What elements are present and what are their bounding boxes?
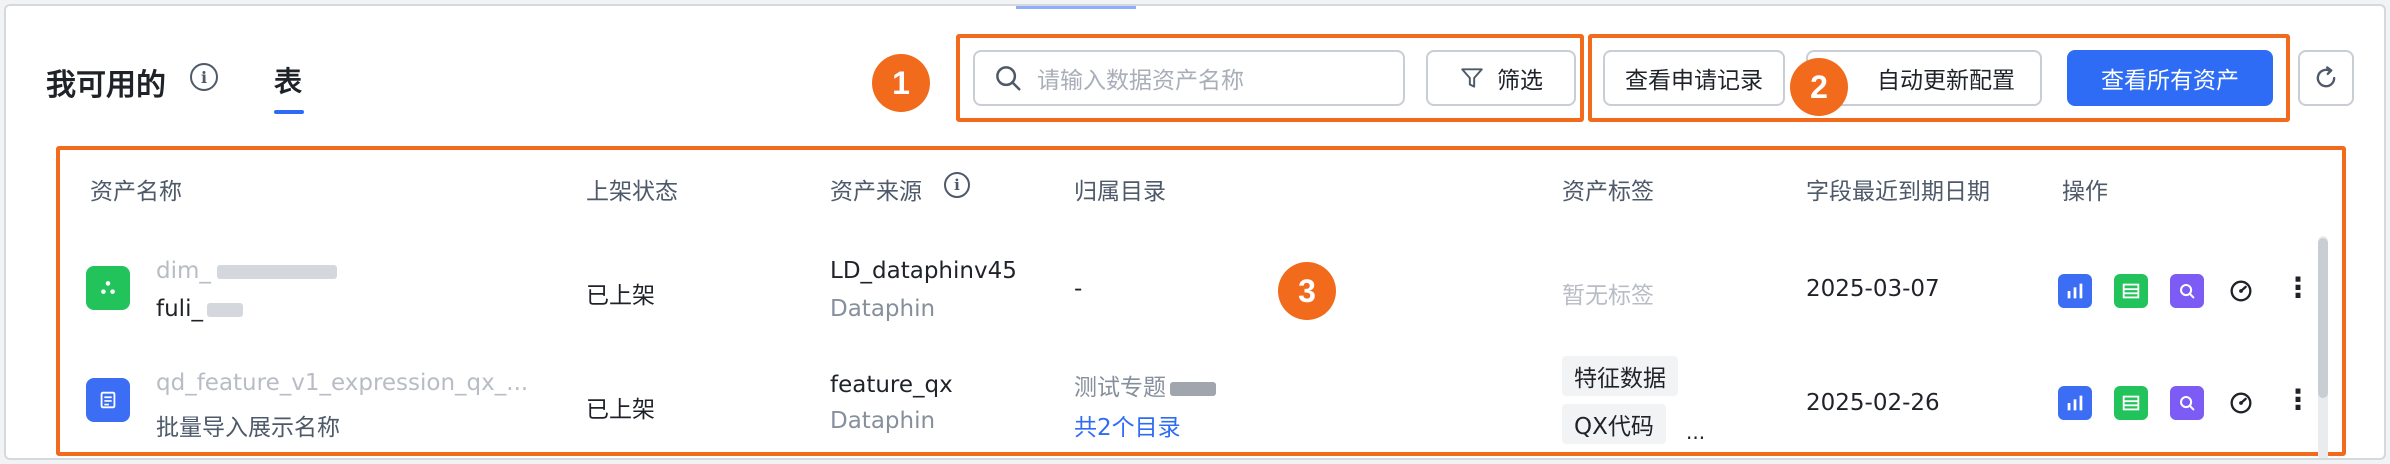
- tab-active-underline: [274, 110, 304, 114]
- search-icon: [996, 66, 1021, 91]
- column-header-status: 上架状态: [586, 179, 678, 205]
- tag-chip: QX代码: [1562, 404, 1666, 444]
- column-header-expiry: 字段最近到期日期: [1806, 179, 1990, 205]
- status-cell: 已上架: [586, 397, 655, 423]
- filter-icon: [1461, 68, 1483, 88]
- more-options-icon[interactable]: ⋮: [2284, 274, 2312, 302]
- asset-name[interactable]: dim_: [156, 258, 337, 284]
- annotation-box-3: [56, 146, 2346, 456]
- expiry-date: 2025-02-26: [1806, 390, 1940, 416]
- more-options-icon[interactable]: ⋮: [2284, 386, 2312, 414]
- table-asset-icon: [86, 378, 130, 422]
- column-header-source: 资产来源: [830, 179, 922, 205]
- tag-chip: 特征数据: [1562, 356, 1678, 396]
- search-placeholder: 请输入数据资产名称: [1037, 68, 1244, 94]
- chart-icon[interactable]: [2058, 386, 2092, 420]
- tags-more-indicator[interactable]: ...: [1686, 420, 1705, 444]
- catalog-cell: 测试专题: [1074, 368, 1216, 402]
- top-tab-indicator: [1016, 6, 1136, 9]
- filter-label: 筛选: [1497, 68, 1543, 94]
- annotation-marker-3: 3: [1278, 262, 1336, 320]
- refresh-button[interactable]: [2298, 50, 2354, 106]
- app-frame: 我可用的 i 表 1 请输入数据资产名称 筛选 查看申请记录 自动更新配置 2 …: [4, 4, 2386, 460]
- source-info-icon[interactable]: i: [944, 172, 970, 198]
- column-header-actions: 操作: [2062, 179, 2108, 205]
- column-header-tags: 资产标签: [1562, 179, 1654, 205]
- status-cell: 已上架: [586, 283, 655, 309]
- table-grid-icon[interactable]: [2114, 274, 2148, 308]
- info-icon[interactable]: i: [190, 63, 218, 91]
- asset-display-name: fuli_: [156, 296, 243, 322]
- query-icon[interactable]: [2170, 274, 2204, 308]
- monitor-icon[interactable]: [2224, 274, 2258, 308]
- query-icon[interactable]: [2170, 386, 2204, 420]
- catalog-cell: -: [1074, 276, 1083, 302]
- source-name: feature_qx: [830, 372, 953, 398]
- tab-table[interactable]: 表: [274, 60, 302, 100]
- column-header-name: 资产名称: [90, 179, 182, 205]
- asset-name[interactable]: qd_feature_v1_expression_qx_...: [156, 370, 528, 396]
- asset-display-name: 批量导入展示名称: [156, 415, 340, 441]
- table-asset-icon: [86, 266, 130, 310]
- monitor-icon[interactable]: [2224, 386, 2258, 420]
- table-scrollbar-thumb[interactable]: [2318, 238, 2328, 398]
- page-title: 我可用的: [46, 68, 166, 103]
- apply-records-button[interactable]: 查看申请记录: [1603, 50, 1785, 106]
- annotation-marker-1: 1: [872, 54, 930, 112]
- source-type: Dataphin: [830, 408, 936, 434]
- chart-icon[interactable]: [2058, 274, 2092, 308]
- table-grid-icon[interactable]: [2114, 386, 2148, 420]
- filter-button[interactable]: 筛选: [1426, 50, 1576, 106]
- search-input[interactable]: 请输入数据资产名称: [973, 50, 1405, 106]
- expiry-date: 2025-03-07: [1806, 276, 1940, 302]
- catalog-count-link[interactable]: 共2个目录: [1074, 408, 1181, 442]
- view-all-assets-button[interactable]: 查看所有资产: [2067, 50, 2273, 106]
- tags-empty: 暂无标签: [1562, 283, 1654, 309]
- source-name: LD_dataphinv45: [830, 258, 1017, 284]
- source-type: Dataphin: [830, 296, 936, 322]
- column-header-catalog: 归属目录: [1074, 179, 1166, 205]
- annotation-marker-2: 2: [1790, 58, 1848, 116]
- refresh-icon: [2316, 66, 2336, 88]
